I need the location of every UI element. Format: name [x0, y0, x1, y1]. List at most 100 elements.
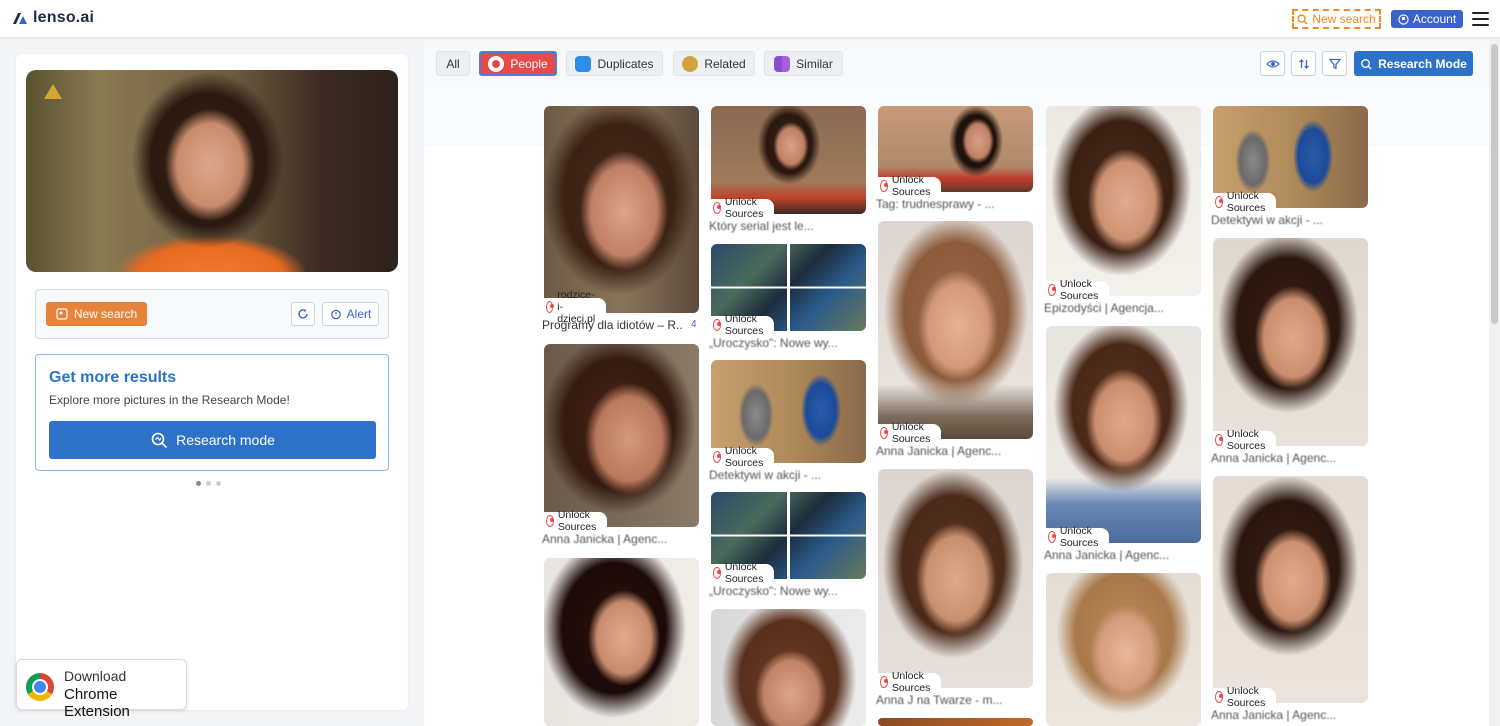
refresh-button[interactable]	[291, 302, 315, 326]
account-button[interactable]: Account	[1391, 10, 1463, 28]
carousel-dot[interactable]	[216, 481, 221, 486]
filter-all-label: All	[446, 56, 460, 71]
new-search-label: New search	[73, 307, 138, 321]
result-thumbnail[interactable]	[711, 609, 866, 726]
lenso-red-icon	[1215, 433, 1223, 446]
hamburger-menu-icon[interactable]	[1472, 12, 1489, 26]
lenso-red-icon	[1215, 690, 1223, 703]
research-mode-button[interactable]: Research mode	[49, 421, 376, 459]
unlock-sources-label: Unlock Sources	[1226, 427, 1266, 452]
source-badge[interactable]: Unlock Sources	[711, 313, 774, 337]
result-thumbnail[interactable]	[544, 106, 699, 313]
filter-duplicates[interactable]: Duplicates	[566, 51, 663, 76]
result-caption[interactable]: Anna Janicka | Agenc...	[876, 444, 1036, 458]
results-scrollbar[interactable]	[1489, 40, 1500, 726]
result-thumbnail[interactable]	[544, 344, 699, 527]
unlock-sources-label: Unlock Sources	[724, 560, 764, 585]
result-thumbnail[interactable]	[878, 718, 1033, 726]
source-badge[interactable]: rodzice-i-dzieci.pl	[544, 289, 606, 325]
query-image[interactable]	[26, 70, 398, 272]
filter-similar[interactable]: Similar	[764, 51, 843, 76]
source-badge[interactable]: Unlock Sources	[544, 509, 607, 533]
result-thumbnail[interactable]	[544, 558, 699, 726]
unlock-sources-label: Unlock Sources	[724, 312, 764, 337]
query-actions: New search Alert	[35, 289, 389, 339]
result-count: 4	[691, 319, 697, 330]
research-promo: Get more results Explore more pictures i…	[35, 354, 389, 471]
unlock-sources-label: Unlock Sources	[891, 420, 931, 445]
result-caption[interactable]: Anna Janicka | Agenc...	[1044, 548, 1204, 562]
unlock-sources-label: Unlock Sources	[1059, 277, 1099, 302]
lenso-red-icon	[546, 514, 554, 527]
unlock-sources-label: Unlock Sources	[1059, 524, 1099, 549]
source-badge[interactable]: Unlock Sources	[1213, 685, 1276, 709]
carousel-dot[interactable]	[196, 481, 201, 486]
result-thumbnail[interactable]	[1213, 476, 1368, 703]
source-badge[interactable]: Unlock Sources	[1213, 428, 1276, 452]
result-caption[interactable]: Detektywi w akcji - ...	[709, 468, 869, 482]
alert-button[interactable]: Alert	[322, 302, 379, 326]
source-badge[interactable]: Unlock Sources	[711, 196, 774, 220]
unlock-sources-label: Unlock Sources	[1226, 189, 1266, 214]
funnel-icon	[1328, 58, 1341, 69]
source-badge[interactable]: Unlock Sources	[1046, 525, 1109, 549]
result-thumbnail[interactable]	[1213, 238, 1368, 446]
result-caption[interactable]: Który serial jest le...	[709, 219, 869, 233]
source-badge[interactable]: Unlock Sources	[711, 445, 774, 469]
filter-people[interactable]: People	[479, 51, 557, 76]
sort-button[interactable]	[1291, 51, 1316, 76]
promo-title: Get more results	[49, 369, 177, 386]
alert-label: Alert	[346, 307, 372, 321]
unlock-sources-label: Unlock Sources	[557, 508, 597, 533]
research-mode-top-label: Research Mode	[1378, 56, 1467, 71]
filter-button[interactable]	[1322, 51, 1347, 76]
new-search-button[interactable]: New search	[46, 302, 147, 326]
source-badge[interactable]: Unlock Sources	[878, 670, 941, 694]
source-badge[interactable]: Unlock Sources	[878, 421, 941, 445]
filter-related[interactable]: Related	[673, 51, 755, 76]
result-thumbnail[interactable]	[878, 221, 1033, 439]
sort-icon	[1298, 58, 1309, 69]
lenso-red-icon	[546, 300, 554, 313]
lenso-red-icon	[880, 179, 888, 192]
result-thumbnail[interactable]	[1046, 106, 1201, 296]
alarm-icon	[330, 309, 341, 320]
result-caption[interactable]: Epizodyści | Agencja...	[1044, 301, 1204, 315]
filter-related-label: Related	[704, 56, 746, 71]
view-toggle-button[interactable]	[1260, 51, 1285, 76]
lenso-red-icon	[1215, 195, 1223, 208]
result-caption[interactable]: Anna Janicka | Agenc...	[1211, 451, 1371, 465]
result-caption[interactable]: „Uroczysko": Nowe wy...	[709, 584, 869, 598]
result-caption[interactable]: Detektywi w akcji - ...	[1211, 213, 1371, 227]
lenso-logo-icon	[13, 13, 27, 24]
source-badge[interactable]: Unlock Sources	[711, 561, 774, 585]
result-thumbnail[interactable]	[878, 469, 1033, 688]
chrome-extension-banner[interactable]: Download Chrome Extension	[16, 659, 187, 720]
filter-all[interactable]: All	[436, 51, 470, 76]
result-thumbnail[interactable]	[1046, 326, 1201, 543]
source-badge[interactable]: Unlock Sources	[878, 174, 941, 198]
logo[interactable]: lenso.ai	[12, 9, 94, 27]
result-caption[interactable]: Anna Janicka | Agenc...	[1211, 708, 1371, 722]
research-mode-top-button[interactable]: Research Mode	[1354, 51, 1473, 76]
result-thumbnail[interactable]	[1046, 573, 1201, 726]
lenso-red-icon	[880, 426, 888, 439]
source-badge[interactable]: Unlock Sources	[1046, 278, 1109, 302]
result-caption[interactable]: Programy dla idiotów – R...	[542, 318, 682, 332]
query-panel: New search Alert Get more results Explor…	[16, 54, 408, 710]
result-caption[interactable]: „Uroczysko": Nowe wy...	[709, 336, 869, 350]
unlock-sources-label: Unlock Sources	[1226, 684, 1266, 709]
filter-duplicates-label: Duplicates	[597, 56, 654, 71]
header-new-search-button[interactable]: New search	[1292, 9, 1381, 29]
carousel-dots	[196, 481, 221, 486]
carousel-dot[interactable]	[206, 481, 211, 486]
lenso-red-icon	[1048, 283, 1056, 296]
search-icon	[1297, 13, 1308, 25]
result-caption[interactable]: Anna Janicka | Agenc...	[542, 532, 702, 546]
scrollbar-thumb[interactable]	[1491, 44, 1498, 324]
unlock-sources-label: Unlock Sources	[724, 195, 764, 220]
result-caption[interactable]: Anna J na Twarze - m...	[876, 693, 1036, 707]
results-area: All People Duplicates Related Similar Re…	[424, 40, 1489, 726]
source-badge[interactable]: Unlock Sources	[1213, 190, 1276, 214]
result-caption[interactable]: Tag: trudnesprawy - ...	[876, 197, 1036, 211]
